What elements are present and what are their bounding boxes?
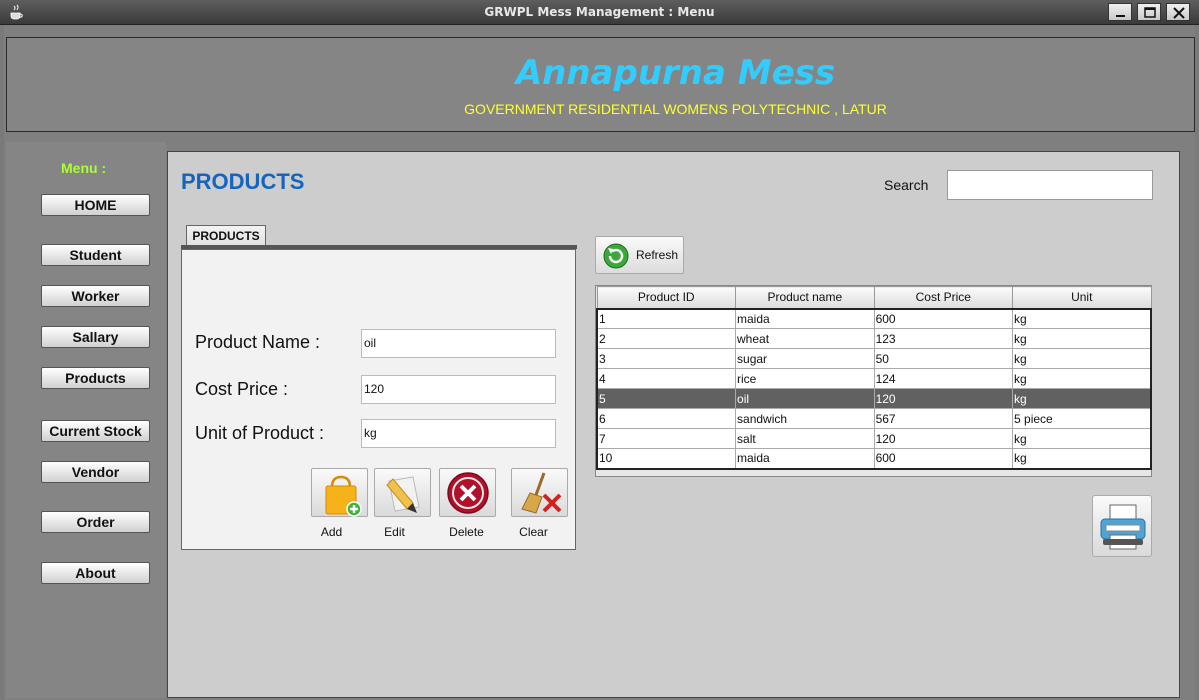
cell-product-id: 10 [596, 448, 737, 469]
cell-product-name: salt [735, 428, 875, 449]
table-row[interactable]: 10 maida 600 kg [596, 448, 1152, 469]
cell-cost-price: 123 [873, 328, 1014, 349]
refresh-icon [603, 243, 629, 269]
nav-worker-button[interactable]: Worker [41, 285, 150, 307]
delete-icon [447, 472, 489, 514]
cost-price-label: Cost Price : [195, 379, 289, 399]
table-row[interactable]: 7 salt 120 kg [596, 428, 1152, 449]
table-row[interactable]: 2 wheat 123 kg [596, 328, 1152, 349]
nav-about-button[interactable]: About [41, 562, 150, 584]
products-table: Product ID Product name Cost Price Unit … [595, 285, 1152, 477]
delete-button[interactable] [439, 468, 496, 517]
nav-products-button[interactable]: Products [41, 367, 150, 389]
column-header-product-id[interactable]: Product ID [596, 286, 737, 309]
cell-unit: kg [1012, 428, 1152, 449]
add-label: Add [320, 525, 343, 539]
print-button[interactable] [1092, 495, 1152, 557]
nav-sallary-button[interactable]: Sallary [41, 326, 150, 348]
edit-pencil-icon [386, 476, 420, 513]
nav-vendor-button[interactable]: Vendor [41, 461, 150, 483]
minimize-icon [1116, 15, 1125, 17]
add-button[interactable] [311, 468, 368, 517]
cell-cost-price: 600 [873, 308, 1014, 329]
cell-product-name: maida [735, 448, 875, 469]
table-row[interactable]: 6 sandwich 567 5 piece [596, 408, 1152, 429]
nav-order-button[interactable]: Order [41, 511, 150, 533]
close-icon [1173, 7, 1185, 19]
header-banner: Annapurna Mess GOVERNMENT RESIDENTIAL WO… [6, 37, 1195, 132]
delete-label: Delete [449, 525, 484, 539]
cell-unit: kg [1012, 388, 1152, 409]
brand-title: Annapurna Mess [515, 53, 836, 93]
close-button[interactable] [1166, 3, 1190, 21]
product-name-label: Product Name : [195, 332, 321, 352]
cell-cost-price: 50 [873, 348, 1014, 369]
cell-cost-price: 600 [873, 448, 1014, 469]
search-input[interactable] [947, 170, 1153, 200]
table-row[interactable]: 3 sugar 50 kg [596, 348, 1152, 369]
printer-icon [1100, 504, 1146, 550]
products-panel: PRODUCTS Search PRODUCTS Product Name : … [167, 151, 1180, 698]
column-header-product-name[interactable]: Product name [735, 286, 875, 309]
cell-product-name: rice [735, 368, 875, 389]
cell-product-id: 6 [596, 408, 737, 429]
table-row-selected[interactable]: 5 oil 120 kg [596, 388, 1152, 409]
clear-label: Clear [519, 525, 548, 539]
column-header-cost-price[interactable]: Cost Price [873, 286, 1014, 309]
nav-current-stock-button[interactable]: Current Stock [41, 420, 150, 442]
product-name-field[interactable]: oil [361, 329, 556, 358]
cell-product-name: maida [735, 308, 875, 329]
cell-cost-price: 120 [873, 428, 1014, 449]
cell-product-name: oil [735, 388, 875, 409]
cell-product-id: 3 [596, 348, 737, 369]
edit-button[interactable] [374, 468, 431, 517]
product-form: Product Name : oil Cost Price : 120 Unit… [181, 249, 576, 550]
cell-unit: 5 piece [1012, 408, 1152, 429]
cell-product-id: 7 [596, 428, 737, 449]
page-title: PRODUCTS [181, 169, 305, 194]
minimize-button[interactable] [1108, 3, 1132, 21]
cell-product-id: 4 [596, 368, 737, 389]
window-title: GRWPL Mess Management : Menu [484, 5, 715, 19]
cell-product-name: wheat [735, 328, 875, 349]
edit-label: Edit [384, 525, 405, 539]
maximize-icon [1144, 7, 1156, 18]
refresh-button[interactable]: Refresh [595, 236, 684, 274]
clear-button[interactable] [511, 468, 568, 517]
cell-unit: kg [1012, 348, 1152, 369]
table-header-row: Product ID Product name Cost Price Unit [596, 286, 1152, 309]
unit-field[interactable]: kg [361, 419, 556, 448]
cell-product-id: 5 [596, 388, 737, 409]
column-header-unit[interactable]: Unit [1012, 286, 1152, 309]
cell-unit: kg [1012, 328, 1152, 349]
sidebar: Menu : HOME Student Worker Sallary Produ… [6, 142, 166, 698]
table-row[interactable]: 4 rice 124 kg [596, 368, 1152, 389]
cell-cost-price: 120 [873, 388, 1014, 409]
cell-unit: kg [1012, 308, 1152, 329]
broom-clear-icon [521, 472, 562, 514]
menu-label: Menu : [61, 160, 107, 176]
search-label: Search [884, 177, 929, 193]
table-row[interactable]: 1 maida 600 kg [596, 308, 1152, 329]
cell-unit: kg [1012, 368, 1152, 389]
cost-price-field[interactable]: 120 [361, 375, 556, 404]
nav-student-button[interactable]: Student [41, 244, 150, 266]
brand-subtitle: GOVERNMENT RESIDENTIAL WOMENS POLYTECHNI… [464, 101, 887, 117]
title-bar: GRWPL Mess Management : Menu [0, 0, 1199, 25]
maximize-button[interactable] [1137, 3, 1161, 21]
cell-unit: kg [1012, 448, 1152, 469]
cell-cost-price: 124 [873, 368, 1014, 389]
refresh-label: Refresh [636, 248, 679, 262]
shopping-bag-add-icon [325, 475, 362, 517]
cell-product-id: 2 [596, 328, 737, 349]
unit-label: Unit of Product : [195, 423, 325, 443]
cell-product-name: sugar [735, 348, 875, 369]
cell-product-id: 1 [596, 308, 737, 329]
cell-cost-price: 567 [873, 408, 1014, 429]
nav-home-button[interactable]: HOME [41, 194, 150, 216]
cell-product-name: sandwich [735, 408, 875, 429]
tab-products[interactable]: PRODUCTS [186, 225, 266, 247]
